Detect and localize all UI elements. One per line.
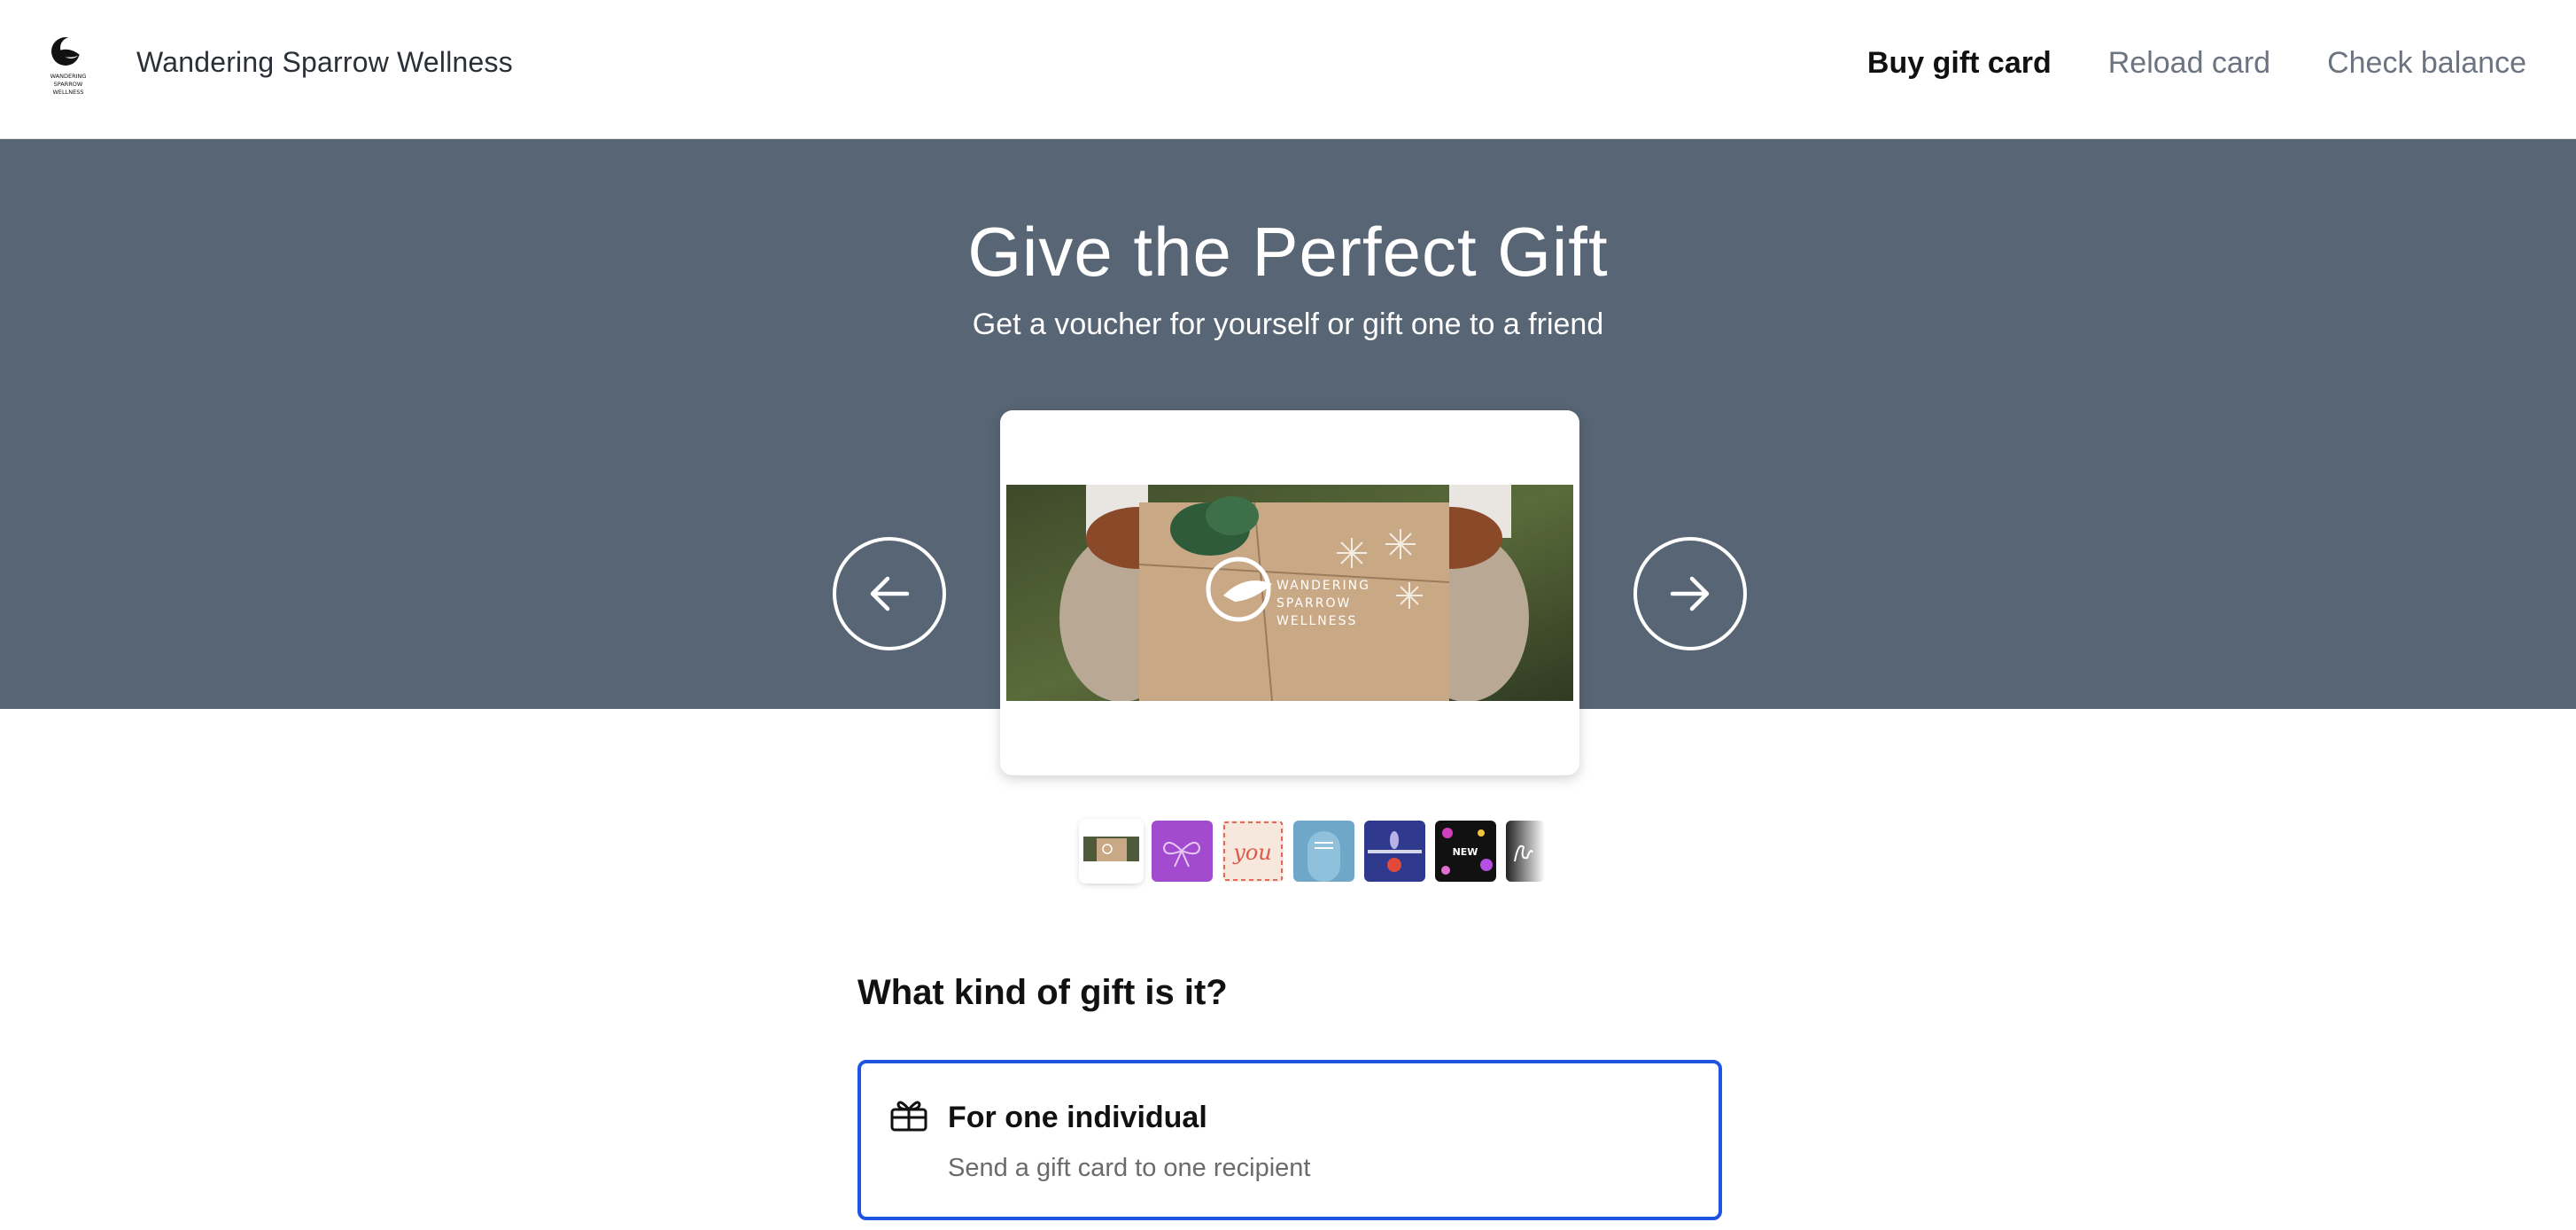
- thumbnail-you-text: you: [1232, 840, 1271, 865]
- thumbnail-gift-box[interactable]: [1079, 819, 1144, 884]
- thumbnail-you-envelope[interactable]: you: [1222, 821, 1284, 882]
- hero-subtitle: Get a voucher for yourself or gift one t…: [972, 308, 1604, 341]
- thumbnail-navy-celebration[interactable]: [1364, 821, 1425, 882]
- nav-reload-card[interactable]: Reload card: [2108, 46, 2270, 81]
- design-thumbnail-strip: you NEW: [1079, 819, 1545, 884]
- thumbnail-thank-you-script[interactable]: [1506, 821, 1545, 882]
- svg-text:WELLNESS: WELLNESS: [53, 89, 84, 96]
- gift-card-preview[interactable]: WANDERING SPARROW WELLNESS: [1000, 410, 1579, 775]
- site-header: WANDERING SPARROW WELLNESS Wandering Spa…: [0, 0, 2576, 139]
- hero-title: Give the Perfect Gift: [967, 213, 1609, 291]
- main-nav: Buy gift card Reload card Check balance: [1867, 46, 2526, 81]
- gift-card-image: WANDERING SPARROW WELLNESS: [1006, 485, 1573, 701]
- nav-buy-gift-card[interactable]: Buy gift card: [1867, 46, 2052, 81]
- carousel-next-button[interactable]: [1633, 537, 1747, 650]
- arrow-left-icon: [870, 576, 910, 611]
- card-logo-line3: WELLNESS: [1276, 614, 1357, 628]
- gift-option-title: For one individual: [948, 1101, 1207, 1134]
- gift-option-description: Send a gift card to one recipient: [948, 1154, 1311, 1182]
- svg-text:SPARROW: SPARROW: [54, 81, 83, 88]
- thumbnail-new-text: NEW: [1453, 846, 1478, 858]
- nav-check-balance[interactable]: Check balance: [2327, 46, 2526, 81]
- gift-option-individual[interactable]: For one individual Send a gift card to o…: [857, 1060, 1722, 1220]
- carousel-prev-button[interactable]: [833, 537, 946, 650]
- gift-type-question: What kind of gift is it?: [857, 973, 1228, 1012]
- card-logo-line2: SPARROW: [1276, 596, 1351, 611]
- thumbnail-blue-door[interactable]: [1293, 821, 1354, 882]
- arrow-right-icon: [1670, 576, 1710, 611]
- brand-logo-icon[interactable]: WANDERING SPARROW WELLNESS: [39, 32, 97, 103]
- svg-text:WANDERING: WANDERING: [50, 73, 87, 80]
- brand-name[interactable]: Wandering Sparrow Wellness: [136, 46, 513, 79]
- card-logo-line1: WANDERING: [1276, 579, 1370, 593]
- thumbnail-black-new-year[interactable]: NEW: [1435, 821, 1496, 882]
- gift-icon: [890, 1101, 927, 1132]
- thumbnail-purple-bow[interactable]: [1152, 821, 1213, 882]
